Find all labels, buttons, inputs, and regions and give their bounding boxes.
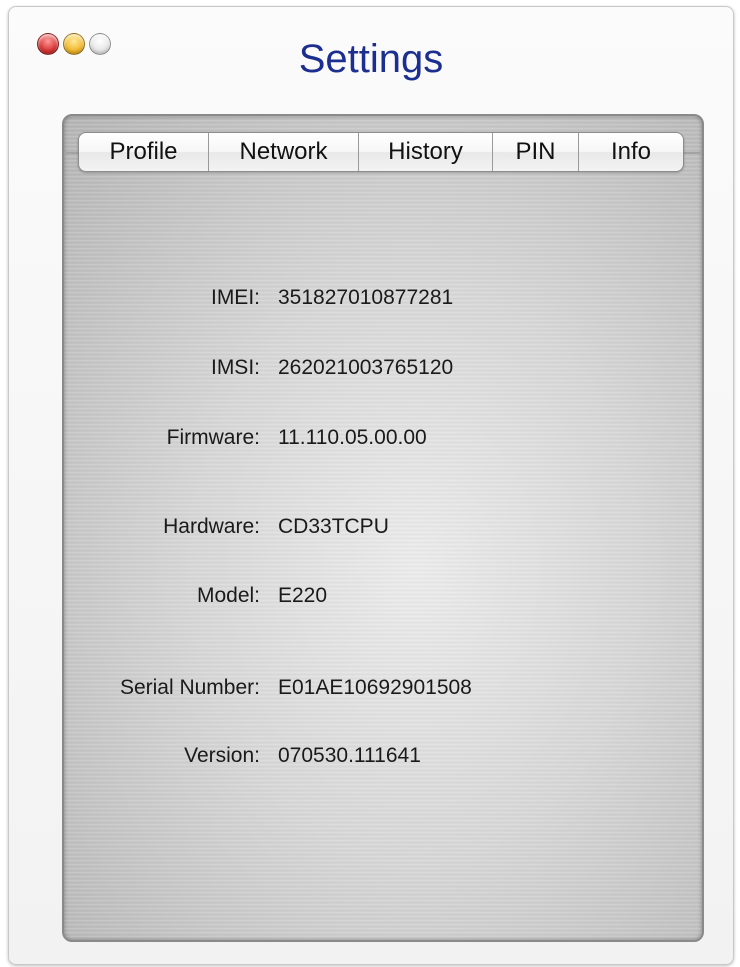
serial-number-value: E01AE10692901508 xyxy=(278,676,472,699)
info-row-version: Version: 070530.111641 xyxy=(64,744,702,774)
version-value: 070530.111641 xyxy=(278,744,421,767)
serial-number-label: Serial Number: xyxy=(119,676,260,699)
version-label: Version: xyxy=(184,744,260,767)
window-title: Settings xyxy=(298,37,444,81)
hardware-value: CD33TCPU xyxy=(278,515,389,538)
tab-pin[interactable]: PIN xyxy=(493,133,579,171)
info-row-hardware: Hardware: CD33TCPU xyxy=(64,515,702,545)
tab-bar: Profile Network History PIN Info xyxy=(78,132,684,172)
tab-info[interactable]: Info xyxy=(579,133,683,171)
tab-profile[interactable]: Profile xyxy=(79,133,209,171)
model-label: Model: xyxy=(196,584,260,607)
tab-history[interactable]: History xyxy=(359,133,493,171)
info-panel: Profile Network History PIN Info IMEI: 3… xyxy=(62,114,704,942)
imei-label: IMEI: xyxy=(210,286,260,309)
tab-network[interactable]: Network xyxy=(209,133,359,171)
info-row-imsi: IMSI: 262021003765120 xyxy=(64,356,702,386)
model-value: E220 xyxy=(278,584,328,607)
info-row-model: Model: E220 xyxy=(64,584,702,614)
imsi-label: IMSI: xyxy=(210,356,260,379)
firmware-label: Firmware: xyxy=(166,426,260,449)
imei-value: 351827010877281 xyxy=(278,286,454,309)
firmware-value: 11.110.05.00.00 xyxy=(278,426,427,449)
info-row-firmware: Firmware: 11.110.05.00.00 xyxy=(64,426,702,456)
info-row-imei: IMEI: 351827010877281 xyxy=(64,286,702,316)
hardware-label: Hardware: xyxy=(163,515,260,538)
info-row-serial-number: Serial Number: E01AE10692901508 xyxy=(64,676,702,706)
imsi-value: 262021003765120 xyxy=(278,356,454,379)
